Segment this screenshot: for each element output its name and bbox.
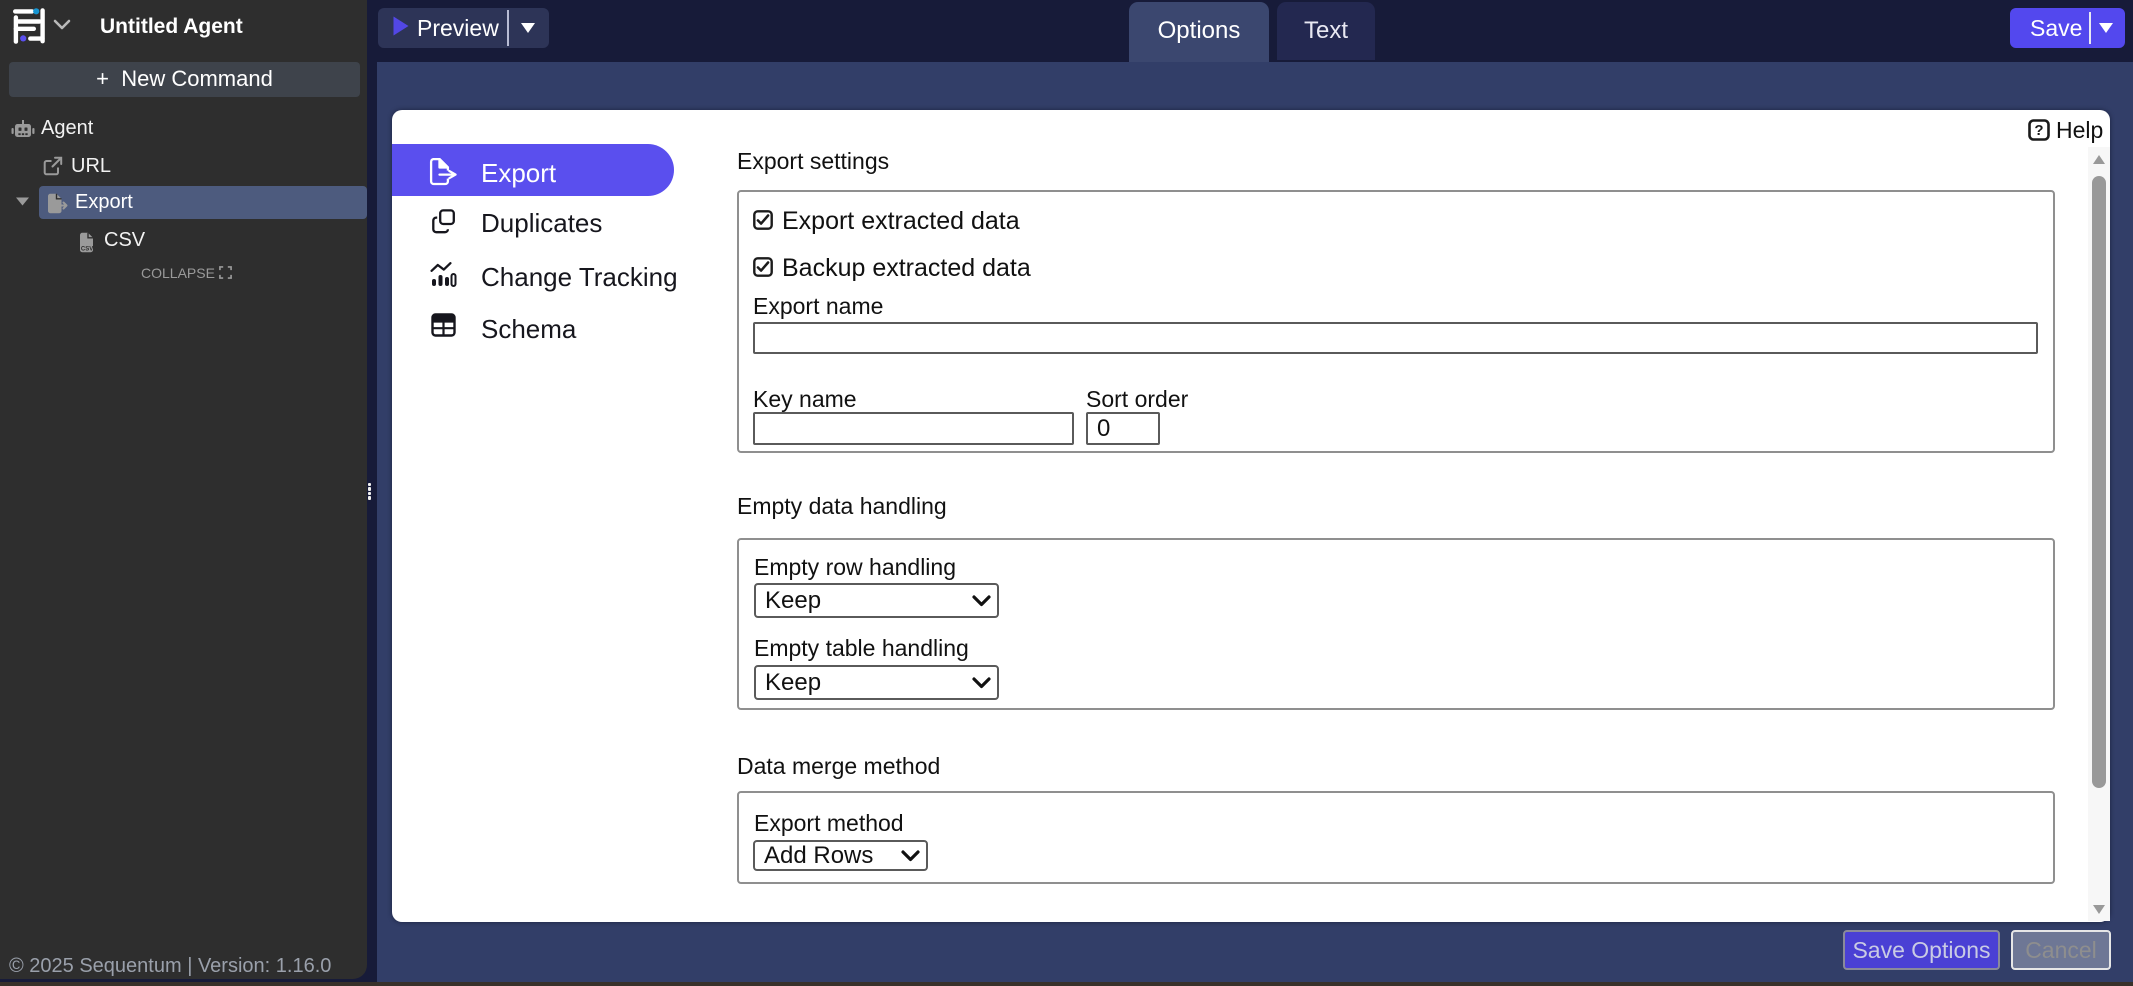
svg-text:?: ?: [2034, 122, 2043, 139]
svg-text:CSV: CSV: [81, 246, 93, 252]
